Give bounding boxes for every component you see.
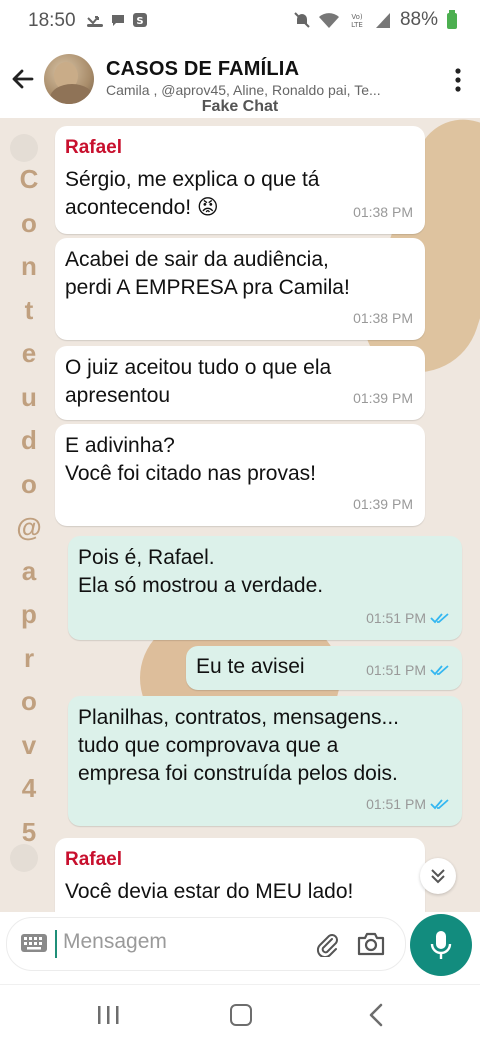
watermark-letter: o: [21, 686, 37, 716]
mic-icon: [430, 931, 452, 959]
wifi-icon: [318, 13, 339, 28]
watermark-letter: r: [23, 642, 35, 673]
message-text: Eu te avisei: [196, 655, 305, 678]
attach-icon[interactable]: [315, 931, 339, 957]
home-icon[interactable]: [230, 1004, 252, 1026]
message-placeholder: Mensagem: [63, 930, 167, 953]
time-label: 01:51 PM: [366, 662, 426, 678]
sender-avatar: [10, 844, 38, 872]
signal-icon: [375, 13, 390, 28]
watermark-letter: p: [21, 599, 37, 629]
time-label: 01:39 PM: [353, 390, 413, 406]
screen: 18:50 S Vo) LTE 88% CASOS DE FAMÍLIA Cami…: [0, 0, 480, 1046]
watermark-text: Co n t e u d o @ a p r o v 4 5: [14, 158, 44, 854]
group-avatar[interactable]: [44, 54, 94, 104]
message-bubble-outgoing[interactable]: Pois é, Rafael. Ela só mostrou a verdade…: [68, 536, 462, 640]
message-text: Planilhas, contratos, mensagens... tudo …: [78, 706, 400, 785]
watermark-letter: n: [21, 251, 37, 281]
chevron-double-down-icon: [431, 869, 445, 884]
svg-text:S: S: [136, 16, 143, 27]
avatar-photo-icon: [50, 62, 94, 104]
message-input[interactable]: Mensagem: [6, 917, 406, 971]
mute-icon: [294, 12, 310, 28]
message-text: Você devia estar do MEU lado!: [65, 880, 354, 903]
watermark-letter: o: [21, 468, 37, 499]
message-bubble-outgoing[interactable]: Planilhas, contratos, mensagens... tudo …: [68, 696, 462, 826]
message-bubble-incoming[interactable]: Rafael Você devia estar do MEU lado!: [55, 838, 425, 912]
message-time: 01:51 PM: [366, 604, 450, 632]
watermark-letter: C: [19, 164, 39, 194]
chat-bubble-icon: [112, 15, 124, 26]
chat-title[interactable]: CASOS DE FAMÍLIA: [106, 58, 299, 81]
camera-icon[interactable]: [357, 932, 385, 956]
message-time: 01:39 PM: [353, 490, 413, 518]
recent-apps-icon[interactable]: [96, 1005, 120, 1025]
message-time: 01:39 PM: [353, 384, 413, 412]
chat-header: CASOS DE FAMÍLIA Camila , @aprov45, Alin…: [0, 44, 480, 118]
message-text: O juiz aceitou tudo o que ela apresentou: [65, 356, 332, 407]
sender-name: Rafael: [65, 849, 123, 870]
battery-level: 88%: [399, 9, 438, 30]
message-text: Sérgio, me explica o que tá acontecendo!…: [65, 168, 320, 219]
watermark-letter: 4: [21, 773, 37, 803]
svg-text:Vo): Vo): [351, 13, 363, 21]
watermark-letter: @: [16, 512, 42, 542]
message-bubble-incoming[interactable]: E adivinha? Você foi citado nas provas! …: [55, 424, 425, 526]
watermark-letter: a: [21, 555, 37, 586]
time-label: 01:39 PM: [353, 496, 413, 512]
message-text: Acabei de sair da audiência, perdi A EMP…: [65, 248, 350, 299]
message-time: 01:38 PM: [353, 198, 413, 226]
volte-icon: Vo)LTE: [351, 13, 363, 29]
composer-bar: Mensagem: [0, 912, 480, 984]
system-nav-bar: [0, 984, 480, 1046]
message-time: 01:38 PM: [353, 304, 413, 332]
message-bubble-incoming[interactable]: Rafael Sérgio, me explica o que tá acont…: [55, 126, 425, 234]
double-check-icon: [430, 799, 449, 810]
missed-call-icon: [87, 16, 103, 27]
watermark-letter: v: [21, 729, 37, 760]
double-check-icon: [430, 613, 449, 624]
fake-chat-label: Fake Chat: [201, 98, 279, 115]
system-indicators: Vo) LTE 88%: [294, 9, 458, 31]
status-time: 18:50: [28, 10, 76, 31]
watermark-letter: t: [24, 294, 34, 325]
sender-avatar: [10, 134, 38, 162]
battery-icon: [447, 10, 457, 29]
back-arrow-icon[interactable]: [8, 64, 38, 94]
message-time: 01:51 PM: [366, 656, 450, 684]
time-label: 01:51 PM: [366, 796, 426, 812]
message-bubble-incoming[interactable]: O juiz aceitou tudo o que ela apresentou…: [55, 346, 425, 420]
time-label: 01:51 PM: [366, 610, 426, 626]
watermark-letter: e: [21, 338, 37, 368]
message-time: 01:51 PM: [366, 790, 450, 818]
mic-button[interactable]: [410, 914, 472, 976]
watermark-letter: u: [21, 381, 37, 412]
keyboard-icon[interactable]: [21, 934, 47, 952]
chat-members[interactable]: Camila , @aprov45, Aline, Ronaldo pai, T…: [106, 82, 416, 98]
message-bubble-incoming[interactable]: Acabei de sair da audiência, perdi A EMP…: [55, 238, 425, 340]
nav-back-icon[interactable]: [368, 1003, 384, 1027]
svg-text:LTE: LTE: [351, 21, 363, 29]
chat-area[interactable]: Co n t e u d o @ a p r o v 4 5 Rafael Sérgio, me expli…: [0, 118, 480, 912]
message-bubble-outgoing[interactable]: Eu te avisei 01:51 PM: [186, 646, 462, 690]
app-s-icon: S: [133, 13, 147, 27]
time-label: 01:38 PM: [353, 204, 413, 220]
notification-icons: S: [86, 12, 148, 28]
watermark-letter: o: [21, 207, 37, 238]
time-label: 01:38 PM: [353, 310, 413, 326]
message-text: Pois é, Rafael. Ela só mostrou a verdade…: [78, 546, 324, 597]
double-check-icon: [430, 665, 449, 676]
sender-name: Rafael: [65, 137, 123, 158]
watermark-letter: d: [21, 425, 37, 455]
more-vert-icon[interactable]: [454, 68, 462, 92]
text-caret: [55, 930, 57, 958]
message-text: E adivinha? Você foi citado nas provas!: [65, 434, 316, 485]
scroll-to-bottom-button[interactable]: [420, 858, 456, 894]
status-bar: 18:50 S Vo) LTE 88%: [0, 0, 480, 44]
